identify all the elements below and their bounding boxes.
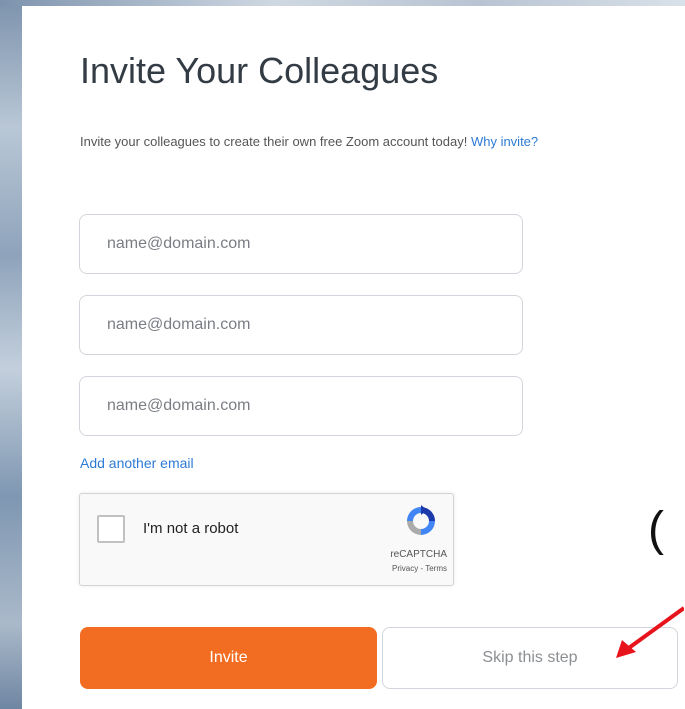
page-subtitle: Invite your colleagues to create their o… (80, 134, 538, 149)
add-another-email-link[interactable]: Add another email (80, 455, 194, 471)
desktop-background (0, 0, 22, 709)
recaptcha-privacy-terms[interactable]: Privacy - Terms (392, 564, 447, 573)
recaptcha-checkbox[interactable] (97, 515, 125, 543)
invite-button[interactable]: Invite (80, 627, 377, 689)
email-field-1[interactable] (79, 214, 523, 274)
why-invite-link[interactable]: Why invite? (471, 134, 538, 149)
annotation-arrow-icon (616, 606, 684, 658)
recaptcha-label: I'm not a robot (143, 520, 239, 537)
annotation-glyph: ( (648, 503, 664, 556)
recaptcha-brand: reCAPTCHA (390, 549, 447, 560)
email-field-2[interactable] (79, 295, 523, 355)
invite-panel: Invite Your Colleagues Invite your colle… (22, 6, 685, 709)
email-field-3[interactable] (79, 376, 523, 436)
page-title: Invite Your Colleagues (80, 50, 439, 91)
recaptcha-logo-icon (407, 505, 435, 535)
recaptcha-widget: I'm not a robot reCAPTCHA Privacy - Term… (79, 493, 454, 586)
subtitle-text: Invite your colleagues to create their o… (80, 134, 468, 149)
